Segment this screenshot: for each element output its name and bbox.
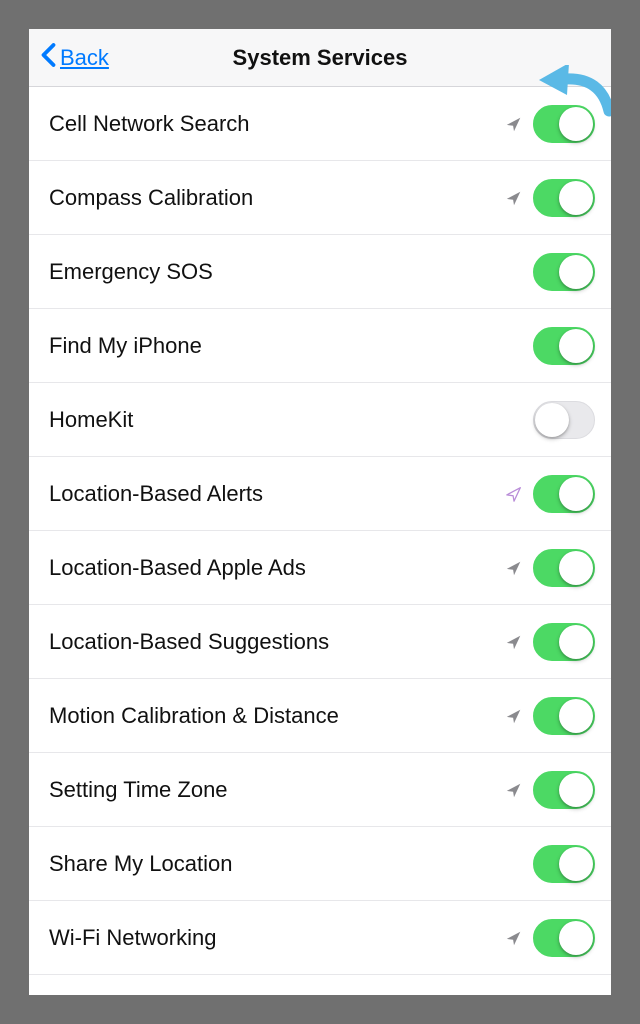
- row-label: Location-Based Alerts: [49, 481, 263, 507]
- toggle-switch[interactable]: [533, 919, 595, 957]
- toggle-switch[interactable]: [533, 105, 595, 143]
- row-accessories: [533, 253, 595, 291]
- settings-row: Emergency SOS: [29, 235, 611, 309]
- settings-screen: Back System Services Cell Network Search…: [29, 29, 611, 995]
- settings-row: Motion Calibration & Distance: [29, 679, 611, 753]
- toggle-switch[interactable]: [533, 253, 595, 291]
- row-accessories: [505, 697, 595, 735]
- toggle-switch[interactable]: [533, 327, 595, 365]
- toggle-switch[interactable]: [533, 697, 595, 735]
- settings-row: Share My Location: [29, 827, 611, 901]
- settings-detail-row[interactable]: Significant Locations Off: [29, 975, 611, 995]
- detail-value: Off: [541, 993, 567, 996]
- settings-row: Find My iPhone: [29, 309, 611, 383]
- settings-row: Location-Based Apple Ads: [29, 531, 611, 605]
- location-arrow-icon: [505, 633, 523, 651]
- settings-row: Wi-Fi Networking: [29, 901, 611, 975]
- row-accessories: [533, 327, 595, 365]
- location-arrow-icon: [505, 559, 523, 577]
- settings-row: Location-Based Alerts: [29, 457, 611, 531]
- toggle-switch[interactable]: [533, 623, 595, 661]
- navigation-bar: Back System Services: [29, 29, 611, 87]
- row-label: Setting Time Zone: [49, 777, 228, 803]
- row-accessories: [505, 623, 595, 661]
- back-label: Back: [60, 45, 109, 71]
- row-label: Compass Calibration: [49, 185, 253, 211]
- row-label: Motion Calibration & Distance: [49, 703, 339, 729]
- back-button[interactable]: Back: [41, 42, 109, 74]
- settings-row: Location-Based Suggestions: [29, 605, 611, 679]
- toggle-switch[interactable]: [533, 475, 595, 513]
- row-accessories: [505, 105, 595, 143]
- page-title: System Services: [29, 45, 611, 71]
- location-arrow-icon: [505, 929, 523, 947]
- row-label: HomeKit: [49, 407, 133, 433]
- row-label: Location-Based Suggestions: [49, 629, 329, 655]
- toggle-switch[interactable]: [533, 771, 595, 809]
- row-accessories: [505, 549, 595, 587]
- toggle-switch[interactable]: [533, 179, 595, 217]
- chevron-left-icon: [41, 42, 56, 74]
- row-label: Emergency SOS: [49, 259, 213, 285]
- row-accessories: [505, 919, 595, 957]
- settings-row: HomeKit: [29, 383, 611, 457]
- toggle-switch[interactable]: [533, 549, 595, 587]
- row-accessories: [505, 179, 595, 217]
- location-arrow-icon: [505, 781, 523, 799]
- row-accessories: [505, 771, 595, 809]
- settings-row: Setting Time Zone: [29, 753, 611, 827]
- location-arrow-icon: [505, 485, 523, 503]
- row-label: Cell Network Search: [49, 111, 250, 137]
- location-arrow-icon: [505, 115, 523, 133]
- row-label: Significant Locations: [49, 991, 251, 995]
- toggle-switch[interactable]: [533, 401, 595, 439]
- row-label: Location-Based Apple Ads: [49, 555, 306, 581]
- row-accessories: Off: [541, 993, 595, 996]
- settings-row: Cell Network Search: [29, 87, 611, 161]
- row-label: Wi-Fi Networking: [49, 925, 216, 951]
- settings-list: Cell Network Search Compass Calibration Em…: [29, 87, 611, 995]
- row-accessories: [505, 475, 595, 513]
- row-label: Find My iPhone: [49, 333, 202, 359]
- row-accessories: [533, 845, 595, 883]
- row-accessories: [533, 401, 595, 439]
- location-arrow-icon: [505, 189, 523, 207]
- settings-row: Compass Calibration: [29, 161, 611, 235]
- toggle-switch[interactable]: [533, 845, 595, 883]
- row-label: Share My Location: [49, 851, 232, 877]
- location-arrow-icon: [505, 707, 523, 725]
